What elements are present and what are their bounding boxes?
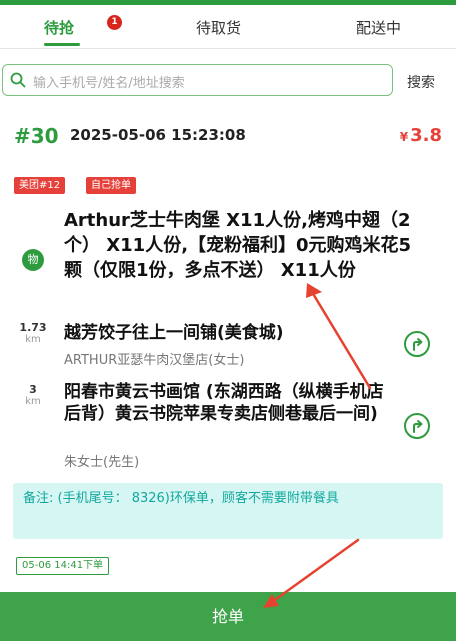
shop-name: 越芳饺子往上一间铺(美食城)	[64, 323, 284, 343]
self-grab-tag: 自己抢单	[86, 177, 136, 194]
search-button[interactable]: 搜索	[407, 72, 435, 92]
customer-distance-value: 3	[29, 383, 37, 396]
order-price: ¥3.8	[400, 125, 442, 146]
customer-name: 朱女士(先生)	[64, 455, 140, 470]
platform-tag: 美团#12	[14, 177, 66, 194]
customer-navigation-button[interactable]	[404, 413, 430, 439]
shop-subname: ARTHUR亚瑟牛肉汉堡店(女士)	[64, 353, 245, 368]
navigation-icon	[413, 338, 423, 351]
grab-order-button[interactable]: 抢单	[0, 592, 456, 641]
order-placed-time: 05-06 14:41下单	[16, 557, 110, 575]
customer-distance: 3 km	[18, 383, 48, 407]
tab-pending[interactable]: 待抢	[44, 17, 74, 38]
price-currency: ¥	[399, 130, 409, 144]
order-time: 2025-05-06 15:23:08	[70, 126, 246, 144]
goods-icon: 物	[22, 249, 44, 271]
shop-distance: 1.73 km	[18, 321, 48, 345]
tab-delivering[interactable]: 配送中	[356, 17, 401, 38]
active-tab-indicator	[44, 43, 80, 46]
goods-list: Arthur芝士牛肉堡 X11人份,烤鸡中翅（2个） X11人份,【宠粉福利】0…	[64, 210, 412, 281]
customer-address: 阳春市黄云书画馆 (东湖西路（纵横手机店后背）黄云书院苹果专卖店侧巷最后一间)	[64, 382, 384, 424]
tab-pending-badge: 1	[107, 15, 122, 30]
order-remark: 备注: (手机尾号： 8326)环保单，顾客不需要附带餐具	[13, 483, 443, 539]
customer-distance-unit: km	[25, 396, 41, 407]
tab-to-pickup[interactable]: 待取货	[196, 17, 241, 38]
navigation-icon	[413, 420, 423, 433]
search-input[interactable]: 输入手机号/姓名/地址搜索	[2, 64, 393, 96]
search-icon	[10, 72, 26, 88]
tab-bar: 待抢 1 待取货 配送中	[0, 5, 456, 49]
order-number: #30	[14, 124, 59, 148]
shop-distance-unit: km	[25, 334, 41, 345]
shop-distance-value: 1.73	[19, 321, 47, 334]
price-amount: 3.8	[410, 125, 442, 146]
shop-navigation-button[interactable]	[404, 331, 430, 357]
search-placeholder: 输入手机号/姓名/地址搜索	[33, 76, 185, 91]
